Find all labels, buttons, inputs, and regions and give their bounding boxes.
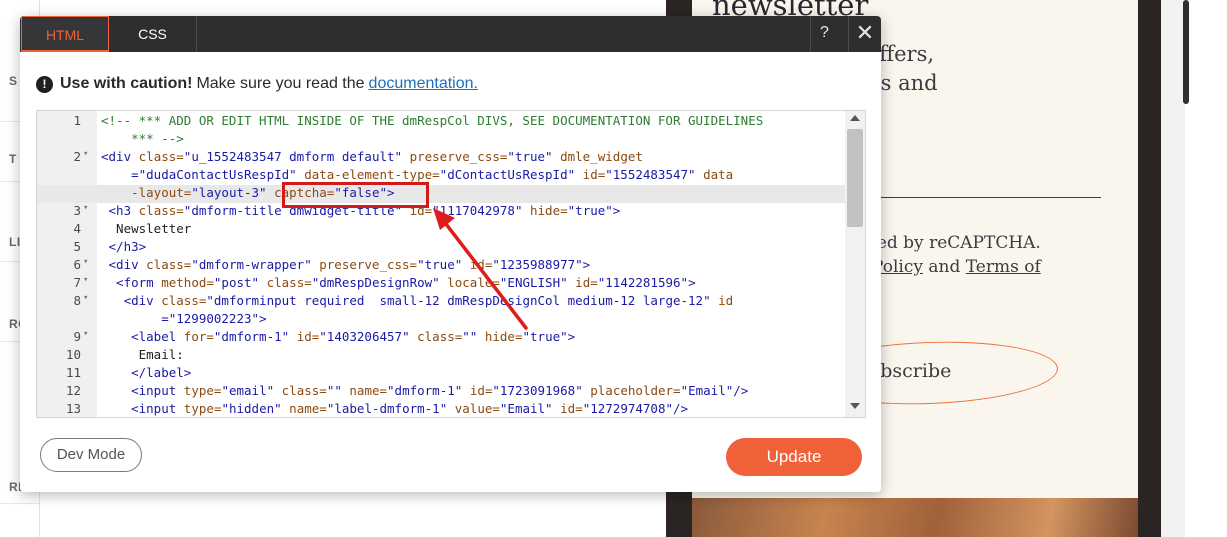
terms-link[interactable]: Terms of xyxy=(966,257,1041,277)
fold-arrow-icon[interactable]: ▾ xyxy=(83,203,93,213)
code-line[interactable]: 1 <!-- *** ADD OR EDIT HTML INSIDE OF THE… xyxy=(37,113,845,131)
line-number: 6 xyxy=(73,257,81,272)
food-image xyxy=(692,498,1138,537)
code-text: *** --> xyxy=(101,131,184,146)
scroll-thumb[interactable] xyxy=(847,129,863,227)
line-number: 12 xyxy=(65,383,81,398)
line-number: 2 xyxy=(73,149,81,164)
recaptcha-policy-line: Policy and Terms of xyxy=(872,257,1041,277)
caution-strong: Use with caution! xyxy=(60,75,193,92)
code-line[interactable]: ="1299002223"> xyxy=(37,311,845,329)
code-line[interactable]: *** --> xyxy=(37,131,845,149)
code-line[interactable]: 3 ▾ <h3 class="dmform-title dmwidget-titl… xyxy=(37,203,845,221)
code-line[interactable]: -layout="layout-3" captcha="false"> xyxy=(37,185,845,203)
line-number: 13 xyxy=(65,401,81,416)
exclamation-circle-icon: ! xyxy=(36,75,53,93)
page-scrollbar[interactable] xyxy=(1183,0,1189,104)
code-line[interactable]: 10 Email: xyxy=(37,347,845,365)
sidebar-item-label: S xyxy=(9,74,18,88)
fold-arrow-icon[interactable]: ▾ xyxy=(83,293,93,303)
code-text: <div class="dmforminput required small-1… xyxy=(101,293,734,308)
and-text: and xyxy=(922,257,966,277)
help-button[interactable]: ? xyxy=(810,16,838,52)
right-gutter xyxy=(1161,0,1185,537)
code-text: <input type="hidden" name="label-dmform-… xyxy=(101,401,689,416)
email-field-underline xyxy=(858,197,1101,198)
code-text: </h3> xyxy=(101,239,147,254)
code-line[interactable]: 2 ▾ <div class="u_1552483547 dmform defaul… xyxy=(37,149,845,167)
code-line[interactable]: 5 </h3> xyxy=(37,239,845,257)
code-text: <div class="dmform-wrapper" preserve_css… xyxy=(101,257,591,272)
code-text: <form method="post" class="dmRespDesignR… xyxy=(101,275,696,290)
code-text: Newsletter xyxy=(101,221,192,236)
line-number: 11 xyxy=(65,365,81,380)
code-line[interactable]: 12 <input type="email" class="" name="dm… xyxy=(37,383,845,401)
code-editor[interactable]: 1 <!-- *** ADD OR EDIT HTML INSIDE OF THE… xyxy=(36,110,866,418)
code-text: Email: xyxy=(101,347,184,362)
fold-arrow-icon[interactable]: ▾ xyxy=(83,149,93,159)
fold-arrow-icon[interactable]: ▾ xyxy=(83,275,93,285)
line-number: 4 xyxy=(73,221,81,236)
scroll-down-arrow-icon[interactable] xyxy=(850,403,860,409)
code-area[interactable]: 1 <!-- *** ADD OR EDIT HTML INSIDE OF THE… xyxy=(37,111,845,417)
captcha-highlight-box xyxy=(282,182,429,208)
dev-mode-button[interactable]: Dev Mode xyxy=(40,438,142,472)
screen: S T LIZE RCE RE newsletter n with specia… xyxy=(0,0,1227,537)
line-number: 8 xyxy=(73,293,81,308)
code-line[interactable]: 4 Newsletter xyxy=(37,221,845,239)
code-line[interactable]: 7 ▾ <form method="post" class="dmRespDesi… xyxy=(37,275,845,293)
fold-arrow-icon[interactable]: ▾ xyxy=(83,329,93,339)
update-button[interactable]: Update xyxy=(726,438,862,476)
code-text: <input type="email" class="" name="dmfor… xyxy=(101,383,749,398)
code-text: <!-- *** ADD OR EDIT HTML INSIDE OF THE … xyxy=(101,113,764,128)
editor-scrollbar[interactable] xyxy=(845,111,865,417)
code-line[interactable]: 9 ▾ <label for="dmform-1" id="1403206457"… xyxy=(37,329,845,347)
code-text: <div class="u_1552483547 dmform default"… xyxy=(101,149,643,164)
code-line[interactable]: ="dudaContactUsRespId" data-element-type… xyxy=(37,167,845,185)
caution-text: Make sure you read the xyxy=(196,75,365,92)
line-number: 1 xyxy=(73,113,81,128)
fold-arrow-icon[interactable]: ▾ xyxy=(83,257,93,267)
documentation-link[interactable]: documentation. xyxy=(369,75,478,93)
code-line[interactable]: 8 ▾ <div class="dmforminput required smal… xyxy=(37,293,845,311)
caution-banner: ! Use with caution! Make sure you read t… xyxy=(36,75,478,93)
close-button[interactable]: ✕ xyxy=(848,16,881,52)
code-text: ="dudaContactUsRespId" data-element-type… xyxy=(101,167,734,182)
tab-html[interactable]: HTML xyxy=(21,16,109,52)
line-number: 3 xyxy=(73,203,81,218)
code-text: ="1299002223"> xyxy=(101,311,267,326)
code-line[interactable]: 6 ▾ <div class="dmform-wrapper" preserve_… xyxy=(37,257,845,275)
code-text: <label for="dmform-1" id="1403206457" cl… xyxy=(101,329,576,344)
line-number: 9 xyxy=(73,329,81,344)
modal-header: HTML CSS ? ✕ xyxy=(20,16,881,52)
line-number: 10 xyxy=(65,347,81,362)
html-editor-modal: HTML CSS ? ✕ ! Use with caution! Make su… xyxy=(20,16,881,492)
code-line[interactable]: 11 </label> xyxy=(37,365,845,383)
line-number: 7 xyxy=(73,275,81,290)
line-number: 5 xyxy=(73,239,81,254)
recaptcha-notice: ted by reCAPTCHA. xyxy=(870,233,1041,253)
code-text: </label> xyxy=(101,365,192,380)
scroll-up-arrow-icon[interactable] xyxy=(850,115,860,121)
code-line[interactable]: 13 <input type="hidden" name="label-dmfo… xyxy=(37,401,845,417)
tab-css[interactable]: CSS xyxy=(109,16,197,52)
sidebar-item-label: T xyxy=(9,152,17,166)
